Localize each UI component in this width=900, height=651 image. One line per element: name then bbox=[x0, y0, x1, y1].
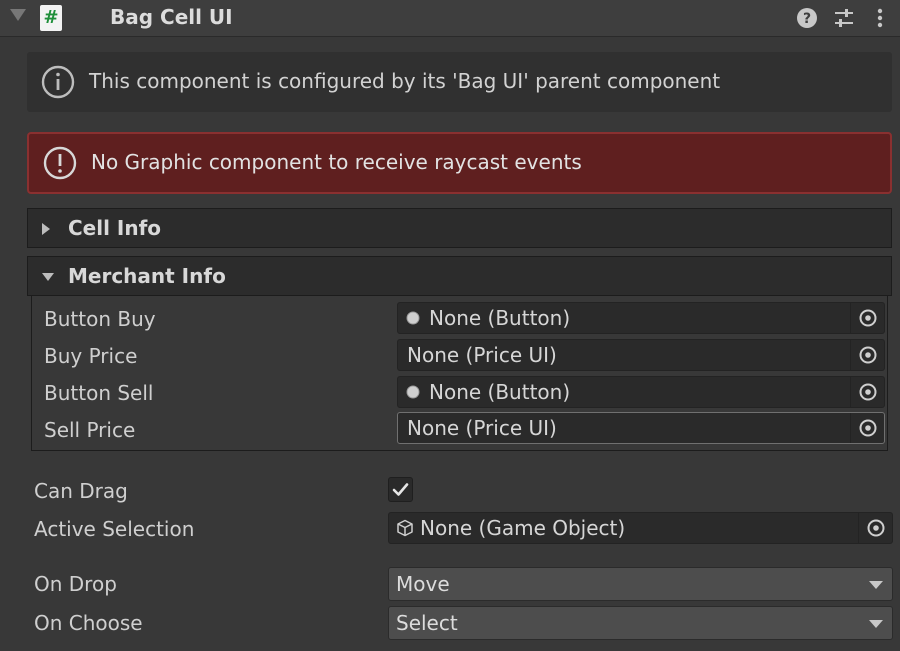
checkmark-icon bbox=[392, 483, 409, 496]
dropdown-arrow-icon bbox=[869, 581, 883, 589]
cell-info-foldout[interactable]: Cell Info bbox=[27, 208, 892, 248]
collapse-arrow-icon[interactable] bbox=[10, 9, 26, 21]
button-buy-value: None (Button) bbox=[429, 306, 571, 330]
target-icon bbox=[859, 309, 877, 327]
button-sell-field[interactable]: None (Button) bbox=[397, 376, 885, 408]
on-choose-dropdown[interactable]: Select bbox=[388, 606, 893, 640]
target-icon bbox=[859, 419, 877, 437]
button-sell-label: Button Sell bbox=[44, 381, 154, 405]
component-header: # Bag Cell UI ? bbox=[0, 0, 900, 37]
on-choose-value: Select bbox=[396, 611, 458, 635]
object-picker-button[interactable] bbox=[850, 377, 884, 407]
help-icon[interactable]: ? bbox=[795, 6, 819, 30]
active-selection-label: Active Selection bbox=[34, 517, 195, 541]
svg-text:?: ? bbox=[803, 11, 811, 27]
error-text: No Graphic component to receive raycast … bbox=[91, 150, 582, 174]
expand-arrow-icon[interactable] bbox=[42, 223, 50, 235]
object-picker-button[interactable] bbox=[850, 413, 884, 443]
active-selection-field[interactable]: None (Game Object) bbox=[388, 512, 893, 544]
button-icon bbox=[406, 385, 420, 399]
merchant-info-label: Merchant Info bbox=[68, 264, 226, 288]
object-picker-button[interactable] bbox=[850, 303, 884, 333]
target-icon bbox=[859, 383, 877, 401]
info-icon bbox=[41, 65, 75, 99]
sell-price-label: Sell Price bbox=[44, 418, 136, 442]
script-icon: # bbox=[40, 5, 62, 31]
button-buy-label: Button Buy bbox=[44, 307, 156, 331]
sell-price-value: None (Price UI) bbox=[407, 416, 557, 440]
collapse-arrow-icon[interactable] bbox=[42, 273, 54, 281]
error-icon bbox=[43, 146, 77, 180]
button-buy-field[interactable]: None (Button) bbox=[397, 302, 885, 334]
active-selection-value: None (Game Object) bbox=[420, 516, 626, 540]
button-sell-value: None (Button) bbox=[429, 380, 571, 404]
on-drop-dropdown[interactable]: Move bbox=[388, 567, 893, 601]
on-drop-label: On Drop bbox=[34, 572, 117, 596]
on-choose-label: On Choose bbox=[34, 611, 143, 635]
target-icon bbox=[859, 346, 877, 364]
sell-price-field[interactable]: None (Price UI) bbox=[397, 412, 885, 444]
buy-price-label: Buy Price bbox=[44, 344, 138, 368]
buy-price-value: None (Price UI) bbox=[407, 343, 557, 367]
cell-info-label: Cell Info bbox=[68, 216, 162, 240]
merchant-info-foldout[interactable]: Merchant Info bbox=[27, 256, 892, 296]
error-helpbox: No Graphic component to receive raycast … bbox=[27, 132, 892, 194]
cube-icon bbox=[397, 519, 413, 537]
dropdown-arrow-icon bbox=[869, 620, 883, 628]
target-icon bbox=[867, 519, 885, 537]
button-icon bbox=[406, 311, 420, 325]
object-picker-button[interactable] bbox=[850, 340, 884, 370]
preset-icon[interactable] bbox=[832, 6, 856, 30]
object-picker-button[interactable] bbox=[858, 513, 892, 543]
more-options-icon[interactable] bbox=[868, 6, 892, 30]
on-drop-value: Move bbox=[396, 572, 450, 596]
info-text: This component is configured by its 'Bag… bbox=[89, 69, 721, 93]
component-title: Bag Cell UI bbox=[110, 5, 233, 29]
buy-price-field[interactable]: None (Price UI) bbox=[397, 339, 885, 371]
info-helpbox: This component is configured by its 'Bag… bbox=[27, 52, 892, 112]
can-drag-checkbox[interactable] bbox=[388, 477, 413, 502]
can-drag-label: Can Drag bbox=[34, 479, 128, 503]
